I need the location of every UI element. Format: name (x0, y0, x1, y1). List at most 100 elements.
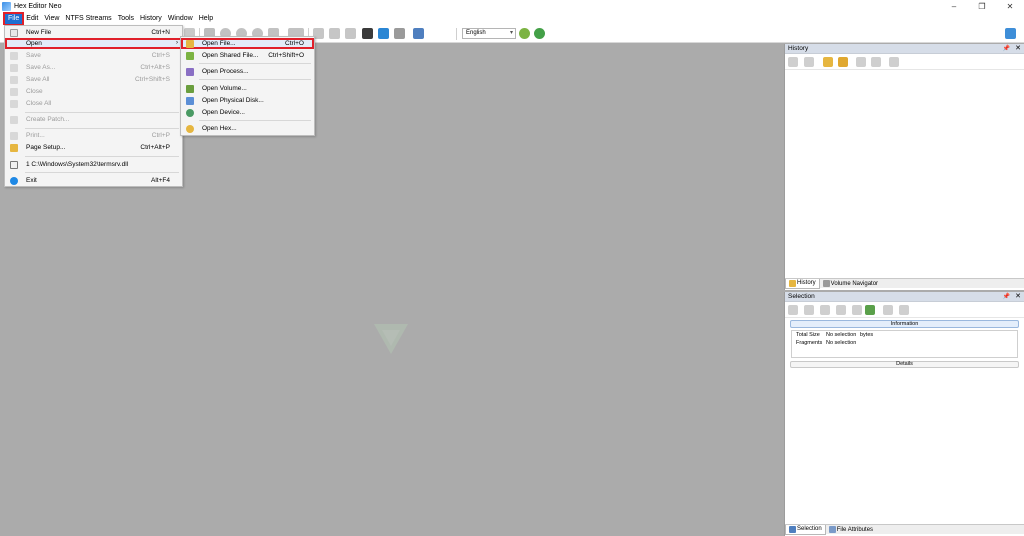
menu-item-new-file[interactable]: New File Ctrl+N (5, 27, 182, 38)
menu-item-open-volume[interactable]: Open Volume... (181, 83, 314, 94)
save-as-icon (10, 64, 18, 72)
menu-item-open-file[interactable]: Open File... Ctrl+O (181, 38, 314, 49)
details-header[interactable]: Details (790, 361, 1019, 368)
close-icon[interactable]: ✕ (1015, 292, 1021, 302)
menu-item-label: Open Shared File... (202, 52, 259, 59)
menu-item-label: Open Process... (202, 68, 249, 75)
menu-item-page-setup[interactable]: Page Setup... Ctrl+Alt+P (5, 142, 182, 153)
recent-file-icon (10, 161, 18, 169)
history-redo-icon[interactable] (804, 57, 814, 67)
new-file-icon (10, 29, 18, 37)
selection-check-icon[interactable] (865, 305, 875, 315)
menu-item-recent-file[interactable]: 1 C:\Windows\System32\termsrv.dll (5, 159, 182, 170)
pin-icon[interactable]: 📌 (1003, 292, 1010, 302)
menu-edit[interactable]: Edit (23, 13, 41, 25)
tab-history[interactable]: History (785, 278, 820, 289)
language-select-value: English (466, 30, 486, 36)
patch-icon (10, 116, 18, 124)
menu-history[interactable]: History (137, 13, 165, 25)
selection-save-icon[interactable] (852, 305, 862, 315)
history-tab-icon (789, 279, 796, 287)
menu-item-save-as[interactable]: Save As... Ctrl+Alt+S (5, 62, 182, 73)
close-icon (10, 88, 18, 96)
toolbar-image-icon[interactable] (1005, 28, 1016, 39)
disk-icon (186, 97, 194, 105)
volume-icon (186, 85, 194, 93)
toolbar-binary-icon[interactable] (362, 28, 373, 39)
print-icon (10, 132, 18, 140)
toolbar-add-language-icon[interactable] (519, 28, 530, 39)
menu-item-label: Open File... (202, 40, 236, 47)
menu-item-open[interactable]: Open › (5, 38, 182, 49)
toolbar-structure-icon[interactable] (378, 28, 389, 39)
chevron-right-icon: › (176, 40, 178, 46)
selection-import-icon[interactable] (899, 305, 909, 315)
menu-item-open-device[interactable]: Open Device... (181, 107, 314, 118)
menu-item-open-process[interactable]: Open Process... (181, 66, 314, 77)
close-window-button[interactable]: ✕ (996, 0, 1024, 13)
tab-selection[interactable]: Selection (785, 524, 826, 535)
volume-tab-icon (822, 280, 830, 287)
toolbar-tools-icon[interactable] (394, 28, 405, 39)
info-key: Fragments (796, 340, 823, 346)
selection-export-icon[interactable] (883, 305, 893, 315)
window-controls: – ❐ ✕ (940, 0, 1024, 13)
menu-item-shortcut: Ctrl+N (151, 29, 170, 36)
close-all-icon (10, 100, 18, 108)
minimize-button[interactable]: – (940, 0, 968, 13)
history-undo-icon[interactable] (788, 57, 798, 67)
selection-move-icon[interactable] (836, 305, 846, 315)
history-load-icon[interactable] (838, 57, 848, 67)
menu-item-label: Page Setup... (26, 144, 66, 151)
toolbar-language-settings-icon[interactable] (534, 28, 545, 39)
open-submenu: Open File... Ctrl+O Open Shared File... … (180, 36, 315, 136)
history-back-icon[interactable] (856, 57, 866, 67)
selection-new-icon[interactable] (788, 305, 798, 315)
history-toolbar (785, 54, 1024, 70)
close-icon[interactable]: ✕ (1015, 44, 1021, 54)
menu-window[interactable]: Window (165, 13, 196, 25)
information-header[interactable]: Information (790, 320, 1019, 328)
open-shared-icon (186, 52, 194, 60)
menu-ntfs-streams[interactable]: NTFS Streams (62, 13, 114, 25)
tab-file-attributes[interactable]: File Attributes (826, 525, 876, 535)
menu-bar: File Edit View NTFS Streams Tools Histor… (0, 12, 1024, 26)
menu-view[interactable]: View (41, 13, 62, 25)
menu-help[interactable]: Help (196, 13, 216, 25)
menu-file[interactable]: File (2, 12, 25, 26)
menu-item-open-hex[interactable]: Open Hex... (181, 123, 314, 134)
menu-item-close[interactable]: Close (5, 86, 182, 97)
menu-item-save[interactable]: Save Ctrl+S (5, 50, 182, 61)
menu-item-print[interactable]: Print... Ctrl+P (5, 130, 182, 141)
history-forward-icon[interactable] (871, 57, 881, 67)
selection-delete-icon[interactable] (804, 305, 814, 315)
menu-item-close-all[interactable]: Close All (5, 98, 182, 109)
menu-item-exit[interactable]: Exit Alt+F4 (5, 175, 182, 186)
menu-item-open-shared-file[interactable]: Open Shared File... Ctrl+Shift+O (181, 50, 314, 61)
logo-watermark-icon (374, 324, 408, 354)
maximize-button[interactable]: ❐ (968, 0, 996, 13)
history-clear-icon[interactable] (889, 57, 899, 67)
menu-item-shortcut: Alt+F4 (151, 177, 170, 184)
title-bar: Hex Editor Neo – ❐ ✕ (0, 0, 1024, 13)
chevron-down-icon: ▾ (509, 30, 513, 36)
toolbar-panel-icon[interactable] (413, 28, 424, 39)
pin-icon[interactable]: 📌 (1003, 44, 1010, 54)
menu-item-create-patch[interactable]: Create Patch... (5, 114, 182, 125)
toolbar-paste-icon[interactable] (345, 28, 356, 39)
menu-item-open-physical-disk[interactable]: Open Physical Disk... (181, 95, 314, 106)
info-row-fragments: Fragments No selection (792, 339, 1017, 347)
tab-selection-label: Selection (797, 526, 822, 532)
selection-copy-icon[interactable] (820, 305, 830, 315)
info-value: No selection (826, 332, 857, 338)
menu-item-save-all[interactable]: Save All Ctrl+Shift+S (5, 74, 182, 85)
selection-toolbar (785, 302, 1024, 318)
menu-item-label: Open Device... (202, 109, 245, 116)
toolbar-copy-icon[interactable] (329, 28, 340, 39)
window-title: Hex Editor Neo (14, 3, 62, 10)
tab-volume-navigator[interactable]: Volume Navigator (820, 279, 881, 289)
language-select[interactable]: English ▾ (462, 28, 516, 39)
menu-tools[interactable]: Tools (115, 13, 137, 25)
history-save-icon[interactable] (823, 57, 833, 67)
open-file-icon (186, 40, 194, 48)
